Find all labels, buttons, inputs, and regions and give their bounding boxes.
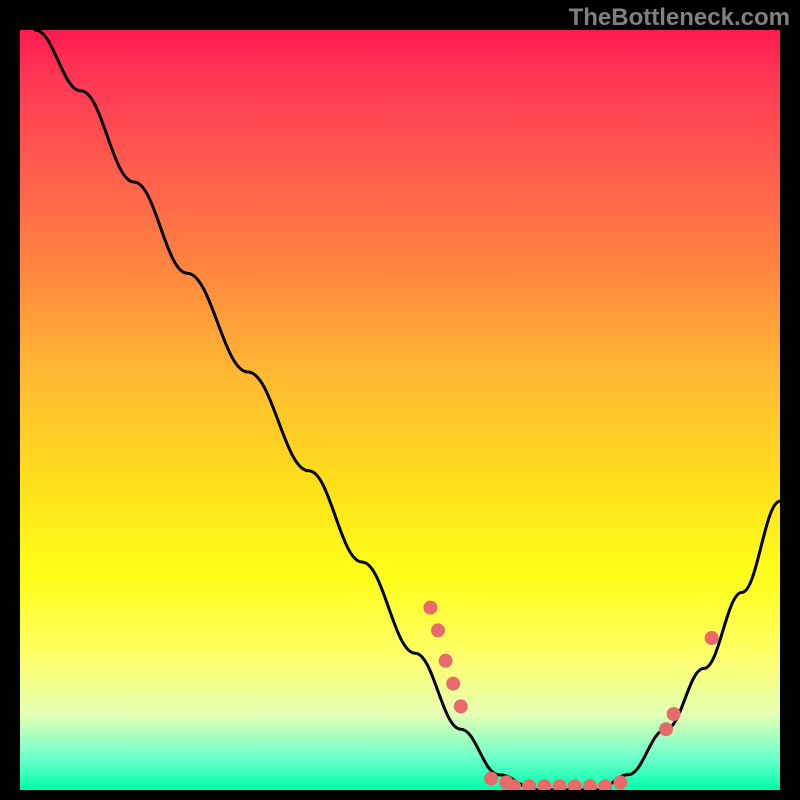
data-marker bbox=[553, 779, 567, 790]
data-marker bbox=[705, 631, 719, 645]
plot-area bbox=[20, 30, 780, 790]
data-marker bbox=[598, 779, 612, 790]
data-marker bbox=[522, 779, 536, 790]
data-marker bbox=[667, 707, 681, 721]
data-marker bbox=[454, 699, 468, 713]
data-marker bbox=[431, 623, 445, 637]
data-marker bbox=[659, 722, 673, 736]
data-marker bbox=[613, 775, 627, 789]
bottleneck-curve bbox=[35, 30, 780, 790]
data-marker bbox=[439, 654, 453, 668]
curve-group bbox=[35, 30, 780, 790]
data-marker bbox=[583, 779, 597, 790]
attribution-label: TheBottleneck.com bbox=[569, 4, 790, 32]
chart-container: TheBottleneck.com bbox=[0, 0, 800, 800]
data-marker bbox=[484, 772, 498, 786]
markers-group bbox=[423, 601, 718, 790]
data-marker bbox=[537, 779, 551, 790]
data-marker bbox=[568, 779, 582, 790]
data-marker bbox=[423, 601, 437, 615]
chart-svg bbox=[20, 30, 780, 790]
data-marker bbox=[446, 677, 460, 691]
